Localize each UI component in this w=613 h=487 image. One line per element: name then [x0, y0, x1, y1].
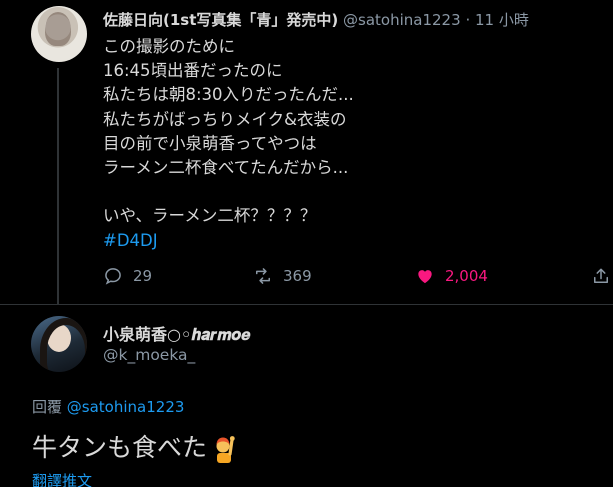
original-tweet[interactable]: 佐藤日向(1st写真集「青」発売中) @satohina1223 · 11 小時…: [0, 0, 613, 304]
hashtag-link[interactable]: #D4DJ: [103, 229, 158, 253]
tweet-line: この撮影のために: [103, 37, 235, 56]
tweet-body: この撮影のために 16:45頃出番だったのに 私たちは朝8:30入りだったんだ.…: [103, 35, 354, 229]
reply-text: 牛タンも食べた: [32, 433, 208, 462]
reply-body: 牛タンも食べた: [32, 431, 239, 465]
person-raising-hand-emoji: [209, 433, 239, 463]
share-icon: [594, 268, 608, 283]
translate-tweet-link[interactable]: 翻譯推文: [32, 470, 92, 487]
share-button[interactable]: [591, 264, 611, 288]
tweet-line: 私たちは朝8:30入りだったんだ...: [103, 85, 354, 105]
replying-to-label: 回覆: [32, 398, 63, 416]
tweet-divider: [0, 304, 613, 305]
reply-author-avatar[interactable]: [31, 316, 87, 372]
author-display-name[interactable]: 佐藤日向(1st写真集「青」発売中): [103, 11, 338, 29]
tweet-line: 16:45頃出番だったのに: [103, 61, 283, 81]
tweet-header: 佐藤日向(1st写真集「青」発売中) @satohina1223 · 11 小時: [103, 9, 529, 31]
author-handle[interactable]: @satohina1223: [343, 11, 461, 29]
tweet-line: 私たちがばっちりメイク&衣装の: [103, 109, 347, 129]
replying-to: 回覆 @satohina1223: [32, 396, 184, 417]
retweet-count: 369: [283, 267, 312, 285]
heart-icon: [418, 270, 432, 284]
reply-handle[interactable]: @k_moeka_: [103, 346, 195, 364]
reply-display-name[interactable]: 小泉萌香○◦𝒉𝒂𝒓𝒎𝒐𝒆: [103, 321, 250, 345]
author-avatar[interactable]: [31, 6, 87, 62]
tweet-actions: 29 369 2,004: [103, 264, 613, 288]
reply-icon: [105, 268, 121, 285]
replying-to-mention[interactable]: @satohina1223: [67, 398, 185, 416]
retweet-button[interactable]: 369: [253, 264, 312, 288]
like-count: 2,004: [445, 267, 488, 285]
tweet-timestamp[interactable]: 11 小時: [475, 11, 529, 29]
thread-line: [57, 68, 59, 304]
like-button[interactable]: 2,004: [415, 264, 488, 288]
reply-count: 29: [133, 267, 153, 285]
tweet-line: いや、ラーメン二杯？？？？: [103, 206, 317, 226]
retweet-icon: [256, 268, 270, 284]
separator-dot: ·: [465, 11, 471, 29]
tweet-line: ラーメン二杯食べてたんだから...: [103, 158, 349, 178]
tweet-line: 目の前で小泉萌香ってやつは: [103, 133, 317, 153]
reply-button[interactable]: 29: [103, 264, 152, 288]
